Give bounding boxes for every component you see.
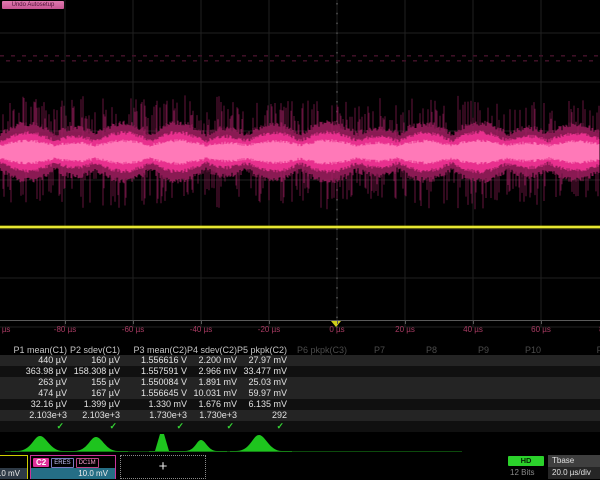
timebase-descriptor[interactable]: Tbase 20.0 µs/div	[548, 455, 600, 479]
time-axis-label: 40 µs	[463, 325, 483, 334]
c2-label: C2	[33, 458, 49, 467]
time-axis-tick	[473, 321, 474, 324]
c1-vdiv: 10.0 mV	[0, 468, 27, 479]
measure-row: 440 µV160 µV1.556616 V2.200 mV27.97 mV	[0, 355, 600, 366]
timebase-label: Tbase	[548, 455, 600, 467]
undo-autosetup-badge[interactable]: Undo Autosetup	[2, 1, 64, 9]
time-axis-label: -60 µs	[122, 325, 144, 334]
time-axis-label: -80 µs	[54, 325, 76, 334]
measure-row: 32.16 µV1.399 µV1.330 mV1.676 mV6.135 mV	[0, 399, 600, 410]
measure-row: 363.98 µV158.308 µV1.557591 V2.966 mV33.…	[0, 366, 600, 377]
time-axis: -100 µs -80 µs -60 µs -40 µs -20 µs 0 µs 20 µs…	[0, 318, 600, 342]
measure-value: 33.477 mV	[0, 366, 287, 377]
time-axis-label: 60 µs	[531, 325, 551, 334]
measure-row: 2.103e+32.103e+31.730e+31.730e+3292	[0, 410, 600, 421]
c2-eres-badge: ERES	[51, 458, 73, 468]
c2-vdiv: 10.0 mV	[31, 468, 115, 479]
time-axis-tick	[337, 321, 338, 324]
channel-c1-descriptor[interactable]: C1 DC1M 10.0 mV	[0, 455, 28, 479]
channel-c2-descriptor[interactable]: C2 ERES DC1M 10.0 mV	[30, 455, 116, 479]
measure-header-unused: P11	[0, 345, 600, 355]
time-axis-tick	[541, 321, 542, 324]
measure-header-row[interactable]: P1 mean(C1)P2 sdev(C1)P3 mean(C2)P4 sdev…	[0, 345, 600, 355]
time-axis-line	[0, 320, 600, 321]
time-axis-label: -20 µs	[258, 325, 280, 334]
parameter-histicons	[0, 433, 600, 453]
resolution-bits-label: 12 Bits	[510, 468, 534, 477]
time-axis-label: 0 µs	[329, 325, 344, 334]
measure-value: 59.97 mV	[0, 388, 287, 399]
measure-status-row: ✓✓✓✓✓	[0, 421, 600, 432]
time-axis-tick	[133, 321, 134, 324]
time-axis-label: -40 µs	[190, 325, 212, 334]
time-axis-tick	[405, 321, 406, 324]
measure-value: 25.03 mV	[0, 377, 287, 388]
timebase-value: 20.0 µs/div	[548, 467, 600, 479]
time-axis-label: -100 µs	[0, 325, 10, 334]
measurement-table[interactable]: P1 mean(C1)P2 sdev(C1)P3 mean(C2)P4 sdev…	[0, 345, 600, 432]
c2-coupling-badge: DC1M	[76, 458, 99, 468]
measure-row: 263 µV155 µV1.550084 V1.891 mV25.03 mV	[0, 377, 600, 388]
c2-descriptor-top: C2 ERES DC1M	[31, 456, 115, 468]
time-axis-label: 20 µs	[395, 325, 415, 334]
status-check-icon: ✓	[0, 421, 284, 432]
time-axis-tick	[65, 321, 66, 324]
measure-value: 292	[0, 410, 287, 421]
time-axis-tick	[201, 321, 202, 324]
add-trace-button[interactable]: +	[120, 455, 206, 479]
measure-row: 474 µV167 µV1.556645 V10.031 mV59.97 mV	[0, 388, 600, 399]
hd-mode-badge[interactable]: HD	[508, 456, 544, 466]
measure-value: 6.135 mV	[0, 399, 287, 410]
c1-descriptor-top: C1 DC1M	[0, 456, 27, 468]
time-axis-tick	[269, 321, 270, 324]
oscilloscope-screen: Undo Autosetup -100 µs -80 µs -60 µs -40 µs…	[0, 0, 600, 480]
graticule-waveform-area[interactable]	[0, 0, 600, 330]
measure-value: 27.97 mV	[0, 355, 287, 366]
descriptor-bar: C1 DC1M 10.0 mV C2 ERES DC1M 10.0 mV + H…	[0, 455, 600, 480]
